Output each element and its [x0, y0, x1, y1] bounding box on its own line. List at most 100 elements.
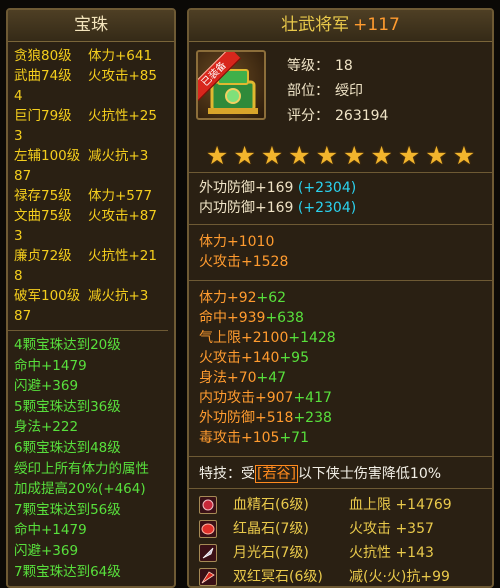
set-bonus-row: 6颗宝珠达到48级 [14, 439, 121, 456]
stat-extra: +62 [256, 290, 287, 306]
gem-row: 3 [14, 126, 162, 146]
gem-slot[interactable]: 月光石(7级) 火抗性 +143 [189, 541, 492, 565]
stat-base: 身法+70 [199, 370, 257, 386]
gem-name: 巨门79级 [14, 108, 72, 124]
gem-slot-name: 血精石(6级) [233, 497, 309, 513]
stat-base: 体力+92 [199, 290, 257, 306]
stat-text: 外功防御+169 [199, 180, 294, 196]
gem-slot[interactable]: 红晶石(7级) 火攻击 +357 [189, 517, 492, 541]
red-crystal-icon [199, 520, 217, 538]
gem-name: 8 [14, 268, 23, 284]
stat-row: 毒攻击+105+71 [189, 428, 492, 448]
gem-name: 廉贞72级 [14, 248, 72, 264]
set-bonus-row: 7颗宝珠达到56级 [14, 501, 121, 518]
gem-name: 3 [14, 128, 23, 144]
stat-base: 气上限+2100 [199, 330, 289, 346]
gem-slot-stat: 火攻击 +357 [349, 521, 434, 537]
gem-slot[interactable]: 血精石(6级) 血上限 +14769 [189, 493, 492, 517]
set-bonus-row: 命中+1479 [14, 522, 87, 539]
seal-item-icon: 已装备 [196, 50, 266, 120]
info-label: 评分： [287, 108, 329, 124]
gem-row: 87 [14, 166, 162, 186]
star-icon: ★ [452, 140, 476, 170]
star-icon: ★ [370, 140, 393, 170]
gem-slot[interactable]: 双红冥石(6级) 减(火·火)抗+99 [189, 565, 492, 586]
stat-extra: +47 [256, 370, 287, 386]
blood-gem-icon [199, 496, 217, 514]
gem-name: 禄存75级 [14, 188, 72, 204]
stat-row: 命中+939+638 [189, 308, 492, 328]
gem-name: 3 [14, 228, 23, 244]
double-red-gem-icon [199, 568, 217, 586]
stat-bonus: (+2304) [297, 180, 357, 196]
gem-row: 破军100级 减火抗+3 [14, 286, 162, 306]
moonstone-icon [199, 544, 217, 562]
info-label: 等级： [287, 58, 329, 74]
gem-row: 3 [14, 226, 162, 246]
equipment-title: 壮武将军 +117 [189, 10, 492, 42]
level-row: 等级： 18 [287, 54, 388, 79]
gem-panel: 宝珠 贪狼80级 体力+641 武曲74级 火攻击+85 4 巨门79级 火抗性+25… [6, 8, 176, 588]
info-value: 18 [335, 58, 353, 74]
gem-row: 4 [14, 86, 162, 106]
star-icon: ★ [205, 140, 229, 170]
gem-name: 87 [14, 308, 32, 324]
set-bonus-row: 7颗宝珠达到64级 [14, 563, 121, 580]
gem-row: 禄存75级 体力+577 [14, 186, 162, 206]
gem-stat: 火抗性+21 [88, 248, 157, 264]
stat-row: 外功防御+518+238 [189, 408, 492, 428]
set-bonus-row: 身法+222 [14, 419, 79, 436]
gem-row: 文曲75级 火攻击+87 [14, 206, 162, 226]
equipment-tooltip: 壮武将军 +117 已装备 等级： 18 部位： 绶印 评分： 263194 ★ ★ ★ ★ ★… [187, 8, 494, 588]
star-icon: ★ [260, 140, 284, 170]
gem-slot-name: 红晶石(7级) [233, 521, 309, 537]
stat-base: 命中+939 [199, 310, 266, 326]
set-bonus-row: 命中+1479 [14, 357, 87, 374]
gem-name: 贪狼80级 [14, 48, 72, 64]
gem-name: 文曲75级 [14, 208, 72, 224]
gem-name: 左辅100级 [14, 148, 81, 164]
stat-row: 体力+1010 [199, 234, 275, 250]
gem-stat: 体力+641 [88, 48, 153, 64]
gem-list: 贪狼80级 体力+641 武曲74级 火攻击+85 4 巨门79级 火抗性+25 3 … [8, 42, 174, 326]
gem-name: 4 [14, 88, 23, 104]
star-icon: ★ [288, 140, 311, 170]
gem-stat: 火攻击+85 [88, 68, 157, 84]
equipment-header: 已装备 等级： 18 部位： 绶印 评分： 263194 [189, 42, 492, 138]
info-value: 263194 [335, 108, 389, 124]
slot-row: 部位： 绶印 [287, 79, 388, 104]
stat-base: 外功防御+518 [199, 410, 294, 426]
enhance-level: +117 [353, 15, 400, 35]
stat-row: 内功防御+169 (+2304) [189, 198, 492, 218]
gem-slot-stat: 减(火·火)抗+99 [349, 569, 450, 585]
skill-label: 特技：受 [199, 466, 255, 482]
gem-name: 87 [14, 168, 32, 184]
gem-name: 破军100级 [14, 288, 81, 304]
stat-row: 火攻击+1528 [199, 254, 289, 270]
gem-slot-name: 月光石(7级) [233, 545, 309, 561]
stat-extra: +238 [293, 410, 332, 426]
gem-stat: 减火抗+3 [88, 288, 149, 304]
gem-stat: 火抗性+25 [88, 108, 157, 124]
stat-extra: +95 [279, 350, 309, 366]
stat-row: 气上限+2100+1428 [189, 328, 492, 348]
stat-extra: +71 [279, 430, 309, 446]
special-skill: 特技：受 [若谷] 以下侠士伤害降低10% [189, 456, 492, 488]
stat-row: 体力+92+62 [189, 288, 492, 308]
set-bonus-row: 闪避+369 [14, 542, 79, 559]
gem-row: 左辅100级 减火抗+3 [14, 146, 162, 166]
gem-stat: 减火抗+3 [88, 148, 149, 164]
gem-row: 87 [14, 306, 162, 326]
gem-slot-stat: 火抗性 +143 [349, 545, 434, 561]
gem-row: 廉贞72级 火抗性+21 [14, 246, 162, 266]
stat-base: 内功攻击+907 [199, 390, 294, 406]
gem-row: 巨门79级 火抗性+25 [14, 106, 162, 126]
stat-base: 毒攻击+105 [199, 430, 280, 446]
equipment-name: 壮武将军 [281, 15, 350, 35]
gem-stat: 体力+577 [88, 188, 153, 204]
gem-panel-title: 宝珠 [8, 10, 174, 42]
gem-name: 武曲74级 [14, 68, 72, 84]
stat-row: 火攻击+140+95 [189, 348, 492, 368]
gem-slot-name: 双红冥石(6级) [233, 569, 323, 585]
skill-text: 以下侠士伤害降低10% [297, 466, 442, 482]
